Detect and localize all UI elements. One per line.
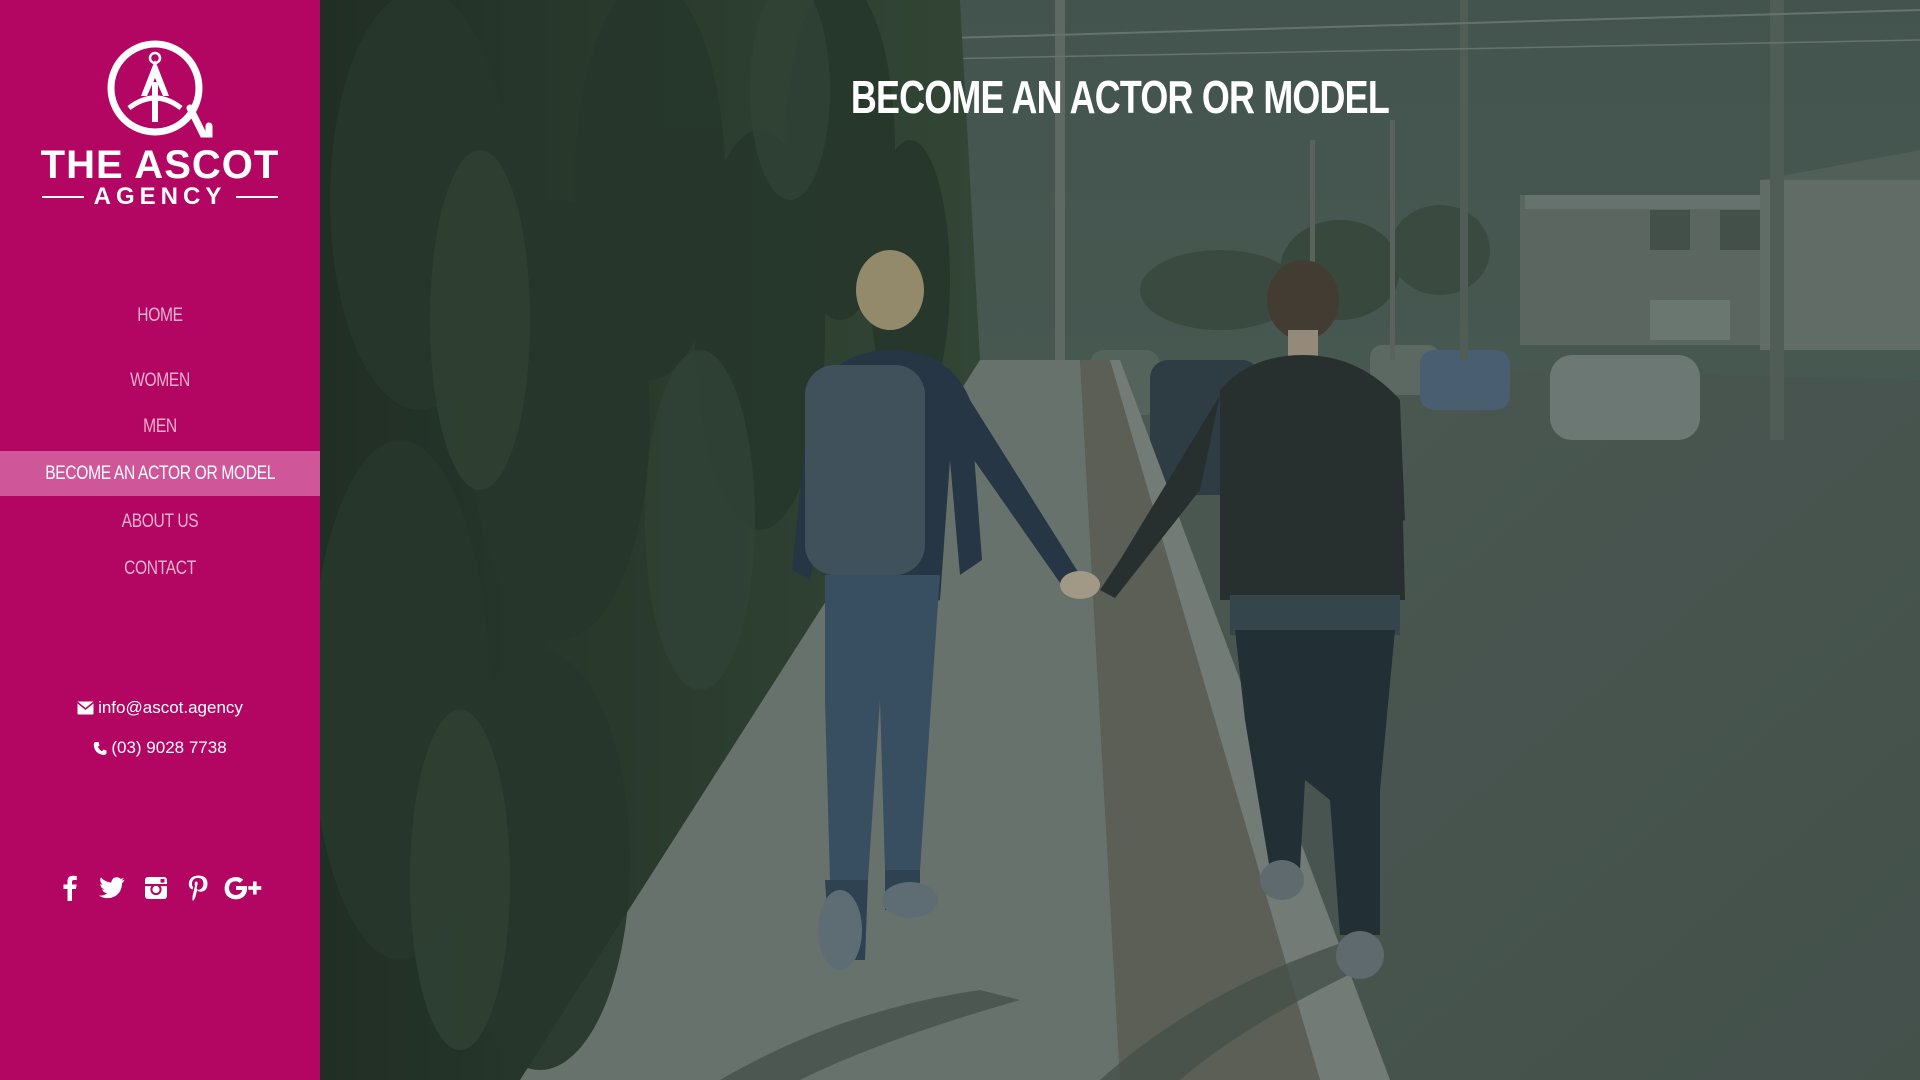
nav-item-contact[interactable]: CONTACT [29, 546, 291, 591]
nav-item-label: CONTACT [124, 557, 196, 579]
logo-rule-left [41, 196, 84, 198]
nav-item-label: ABOUT US [121, 510, 199, 532]
email-text: info@ascot.agency [98, 698, 243, 717]
nav-item-women[interactable]: WOMEN [29, 358, 291, 403]
page-title: BECOME AN ACTOR OR MODEL [320, 70, 1920, 124]
social-links [0, 870, 320, 906]
nav-item-become-actor-or-model[interactable]: BECOME AN ACTOR OR MODEL [0, 451, 320, 496]
couple-walking-photo [320, 0, 1920, 1080]
twitter-icon[interactable] [90, 870, 134, 906]
pinterest-icon[interactable] [178, 870, 218, 906]
phone-icon [94, 741, 107, 755]
nav-item-label: BECOME AN ACTOR OR MODEL [45, 462, 275, 484]
nav-item-label: MEN [143, 415, 177, 437]
hero: BECOME AN ACTOR OR MODEL [320, 0, 1920, 1080]
nav-item-label: HOME [137, 304, 183, 326]
ascot-logo-icon [107, 40, 213, 138]
google-plus-icon[interactable] [218, 870, 270, 906]
nav-item-men[interactable]: MEN [29, 404, 291, 449]
page-title-text: BECOME AN ACTOR OR MODEL [850, 71, 1390, 123]
logo[interactable]: THE ASCOT AGENCY [0, 38, 320, 210]
phone-link[interactable]: (03) 9028 7738 [0, 738, 320, 758]
brand-name-line1: THE ASCOT [40, 143, 280, 187]
nav-item-home[interactable]: HOME [29, 293, 291, 338]
logo-rule-right [236, 196, 279, 198]
facebook-icon[interactable] [50, 870, 90, 906]
email-link[interactable]: info@ascot.agency [0, 698, 320, 718]
brand-name-line2: AGENCY [93, 183, 227, 210]
brand-name-line2-wrap: AGENCY [0, 184, 320, 210]
nav-item-about-us[interactable]: ABOUT US [29, 499, 291, 544]
nav-item-label: WOMEN [130, 369, 190, 391]
instagram-icon[interactable] [134, 870, 178, 906]
sidebar: THE ASCOT AGENCY HOME WOMEN MEN BECOME A… [0, 0, 320, 1080]
phone-text: (03) 9028 7738 [111, 738, 227, 757]
envelope-icon [77, 701, 95, 715]
